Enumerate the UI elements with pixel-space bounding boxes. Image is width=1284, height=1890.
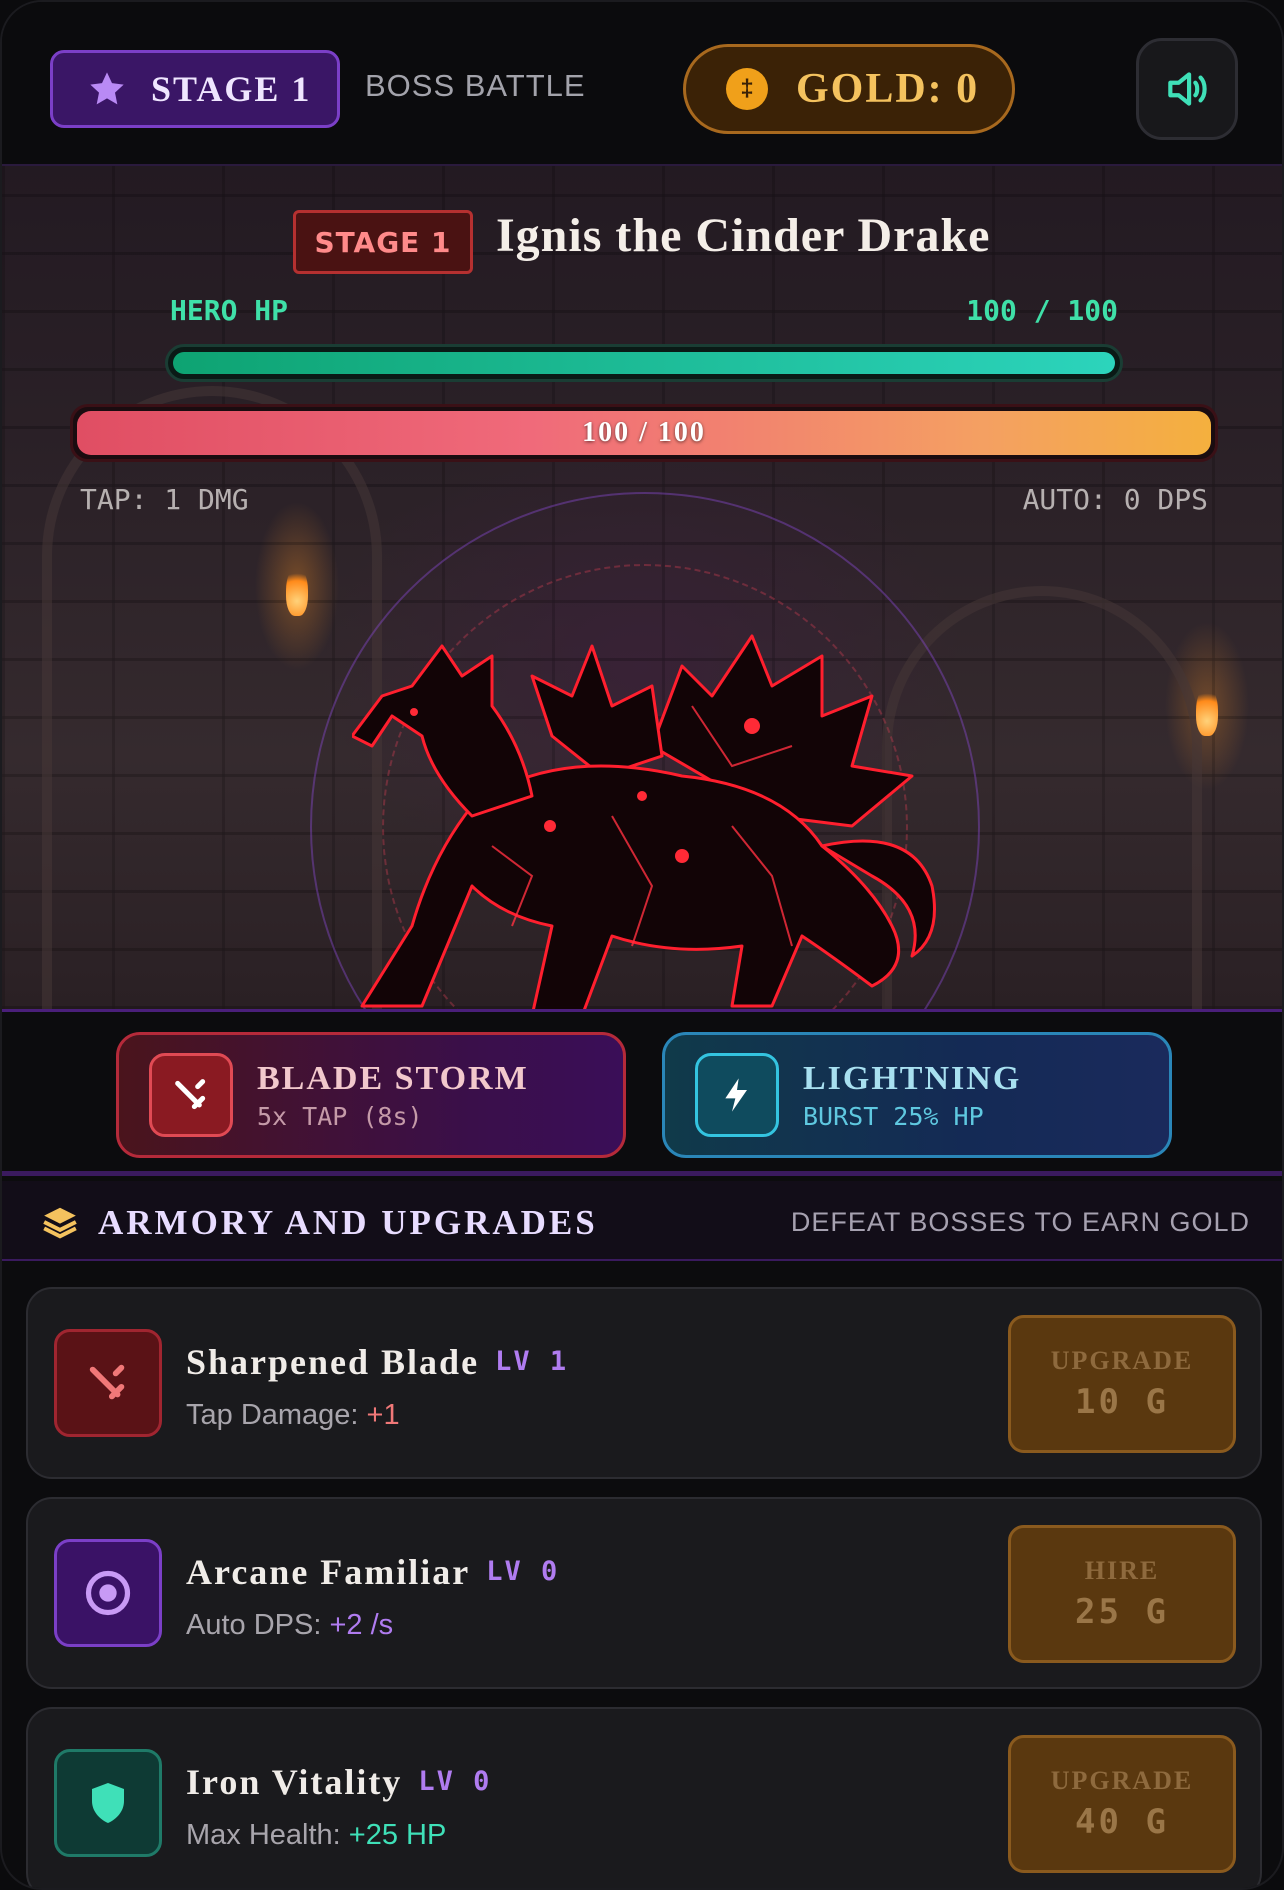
top-bar: STAGE 1 BOSS BATTLE ‡ GOLD: 0 [2,2,1282,166]
auto-dps-stat: AUTO: 0 DPS [1022,483,1208,516]
button-cost: 40 G [1075,1802,1169,1842]
skill-title: LIGHTNING [803,1059,1022,1097]
armory-header: ARMORY AND UPGRADES DEFEAT BOSSES TO EAR… [2,1181,1282,1261]
boss-hp-bar: 100 / 100 [70,404,1218,462]
armory-hint: DEFEAT BOSSES TO EARN GOLD [790,1207,1250,1237]
battle-arena[interactable]: STAGE 1 Ignis the Cinder Drake HERO HP 1… [2,166,1282,1012]
card-description: Tap Damage: +1 [186,1399,400,1432]
boss-stage-badge: STAGE 1 [293,210,473,274]
item-level: LV 0 [486,1556,560,1587]
skills-bar: BLADE STORM 5x TAP (8s) LIGHTNING BURST … [2,1012,1282,1176]
item-name: Arcane Familiar [186,1552,471,1592]
item-stat-label: Max Health: [186,1819,349,1851]
upgrade-card-arcane-familiar: Arcane Familiar LV 0 Auto DPS: +2 /s HIRE… [26,1497,1262,1689]
mode-label: BOSS BATTLE [365,68,586,103]
item-stat-label: Tap Damage: [186,1399,367,1431]
card-title: Iron Vitality LV 0 [186,1761,491,1803]
upgrade-card-sharpened-blade: Sharpened Blade LV 1 Tap Damage: +1 UPGRA… [26,1287,1262,1479]
hero-hp-fill [173,352,1115,374]
item-stat-value: +1 [366,1399,400,1431]
boss-name: Ignis the Cinder Drake [496,209,991,262]
item-stat-label: Auto DPS: [186,1609,330,1641]
lightning-icon [695,1053,779,1137]
sound-toggle-button[interactable] [1136,38,1238,140]
item-level: LV 0 [418,1766,492,1797]
armory-title: ARMORY AND UPGRADES [98,1203,598,1242]
item-stat-value: +25 HP [348,1819,447,1851]
card-title: Arcane Familiar LV 0 [186,1551,559,1593]
gold-label: GOLD: 0 [796,66,980,112]
hire-button[interactable]: HIRE 25 G [1008,1525,1236,1663]
button-label: UPGRADE [1050,1766,1194,1795]
star-icon [90,72,124,105]
shield-icon [54,1749,162,1857]
torch-flame [1196,686,1218,736]
hero-hp-bar [165,344,1123,382]
hero-hp-value: 100 / 100 [966,294,1118,327]
boss-stage-label: STAGE 1 [314,225,452,259]
speaker-icon [1168,72,1207,106]
item-stat-value: +2 /s [329,1609,394,1641]
button-cost: 25 G [1075,1592,1169,1632]
upgrade-button[interactable]: UPGRADE 10 G [1008,1315,1236,1453]
sword-icon [54,1329,162,1437]
card-description: Max Health: +25 HP [186,1819,446,1852]
button-cost: 10 G [1075,1382,1169,1422]
button-label: HIRE [1084,1556,1160,1585]
sword-icon [149,1053,233,1137]
skill-title: BLADE STORM [257,1059,529,1097]
skill-blade-storm-button[interactable]: BLADE STORM 5x TAP (8s) [116,1032,626,1158]
tap-damage-stat: TAP: 1 DMG [80,483,249,516]
dragon-boss[interactable] [352,626,942,1012]
coin-icon: ‡ [726,68,768,110]
skill-subtitle: BURST 25% HP [803,1101,984,1131]
skill-subtitle: 5x TAP (8s) [257,1101,423,1131]
skill-lightning-button[interactable]: LIGHTNING BURST 25% HP [662,1032,1172,1158]
upgrade-card-iron-vitality: Iron Vitality LV 0 Max Health: +25 HP UPG… [26,1707,1262,1888]
layers-icon [43,1207,77,1239]
gold-counter: ‡ GOLD: 0 [683,44,1015,134]
item-name: Sharpened Blade [186,1342,480,1382]
target-icon [54,1539,162,1647]
boss-hp-value: 100 / 100 [582,417,706,448]
upgrade-button[interactable]: UPGRADE 40 G [1008,1735,1236,1873]
item-name: Iron Vitality [186,1762,403,1802]
stage-indicator: STAGE 1 [50,50,340,128]
torch-flame [286,566,308,616]
stage-label: STAGE 1 [151,69,312,109]
button-label: UPGRADE [1050,1346,1194,1375]
item-level: LV 1 [495,1346,569,1377]
card-description: Auto DPS: +2 /s [186,1609,393,1642]
game-frame: STAGE 1 BOSS BATTLE ‡ GOLD: 0 STAGE 1 Ig… [0,0,1284,1890]
card-title: Sharpened Blade LV 1 [186,1341,568,1383]
hero-hp-label: HERO HP [170,294,289,327]
